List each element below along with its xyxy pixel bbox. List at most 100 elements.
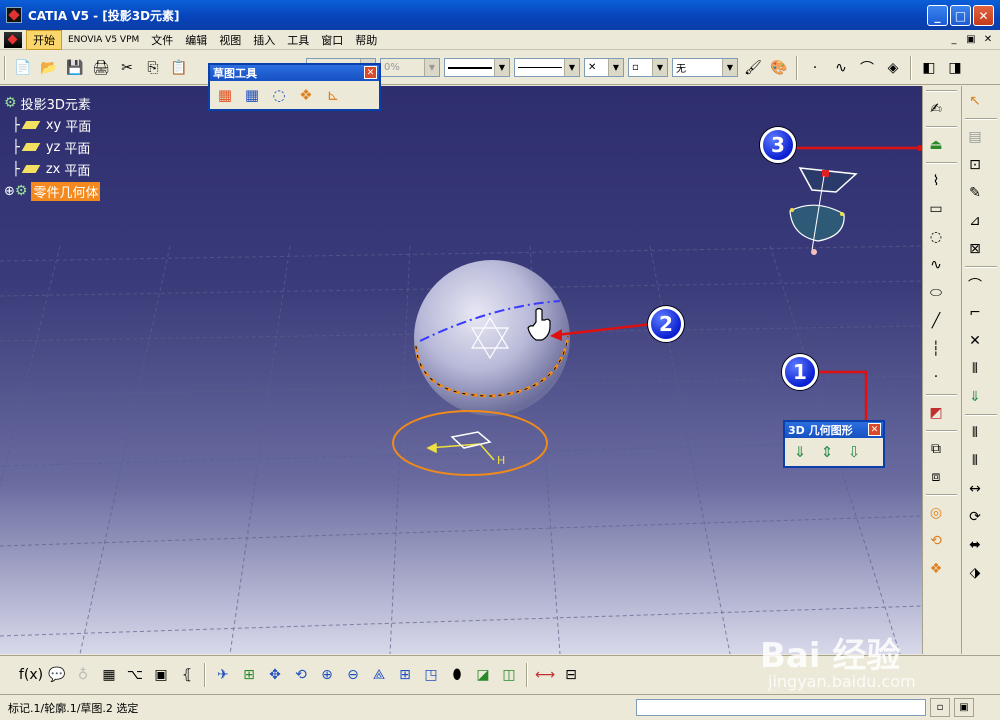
close-icon[interactable]: ✕ bbox=[868, 423, 881, 436]
tree-root[interactable]: ⚙ 投影3D元素 bbox=[4, 92, 100, 114]
construction-element-icon[interactable]: ◌ bbox=[267, 84, 291, 106]
offset-icon[interactable]: ⬗ bbox=[962, 560, 988, 586]
project-3d-elements-icon[interactable]: ⇓ bbox=[788, 441, 812, 463]
animate-constraint-icon[interactable]: ⊠ bbox=[962, 236, 988, 262]
3d-geometry-titlebar[interactable]: 3D 几何图形 ✕ bbox=[785, 422, 883, 438]
iso-view-icon[interactable]: ◳ bbox=[418, 662, 444, 688]
zoom-in-icon[interactable]: ⊕ bbox=[314, 662, 340, 688]
fix-together-icon[interactable]: ✎ bbox=[962, 180, 988, 206]
paint-brush-icon[interactable]: 🖌 bbox=[742, 57, 764, 79]
dimension-icon[interactable]: ▤ bbox=[962, 124, 988, 150]
profile-icon[interactable]: ⌇ bbox=[923, 168, 949, 194]
symmetry-icon[interactable]: ⫴ bbox=[962, 420, 988, 446]
visualization-icon[interactable]: ⧈ bbox=[923, 464, 949, 490]
grid-icon[interactable]: ▦ bbox=[213, 84, 237, 106]
new-file-icon[interactable]: 📄 bbox=[12, 57, 34, 79]
axis-icon[interactable]: ┆ bbox=[923, 336, 949, 362]
exit-workbench-icon[interactable]: ⏏ bbox=[923, 132, 949, 158]
constraint-icon[interactable]: ❖ bbox=[923, 556, 949, 582]
rule-icon[interactable]: ◈ bbox=[882, 57, 904, 79]
tree-expand-icon[interactable]: ⊕ bbox=[4, 184, 15, 199]
dropdown-arrow-icon[interactable]: ▼ bbox=[652, 59, 667, 76]
light-icon[interactable]: ♁ bbox=[70, 662, 96, 688]
style-combo[interactable]: 无 ▼ bbox=[672, 58, 738, 77]
menu-insert[interactable]: 插入 bbox=[247, 31, 281, 49]
geometric-constraints-icon[interactable]: ❖ bbox=[294, 84, 318, 106]
menu-help[interactable]: 帮助 bbox=[349, 31, 383, 49]
circle-icon[interactable]: ◌ bbox=[923, 224, 949, 250]
render-style-combo[interactable]: ▫ ▼ bbox=[628, 58, 668, 77]
fly-mode-icon[interactable]: ✈ bbox=[210, 662, 236, 688]
table-icon[interactable]: ▦ bbox=[96, 662, 122, 688]
line-icon[interactable]: ╱ bbox=[923, 308, 949, 334]
copy-icon[interactable]: ⎘ bbox=[142, 57, 164, 79]
scale-icon[interactable]: ⬌ bbox=[962, 532, 988, 558]
comment-icon[interactable]: 💬 bbox=[44, 662, 70, 688]
dropdown-arrow-icon[interactable]: ▼ bbox=[564, 59, 579, 76]
open-folder-icon[interactable]: 📂 bbox=[38, 57, 60, 79]
close-icon[interactable]: ✕ bbox=[364, 66, 377, 79]
analysis-icon[interactable]: ◩ bbox=[923, 400, 949, 426]
menu-window[interactable]: 窗口 bbox=[315, 31, 349, 49]
project-3d-icon[interactable]: ⇓ bbox=[962, 384, 988, 410]
corner-icon[interactable]: ⌒ bbox=[962, 272, 988, 298]
constraint-box-icon[interactable]: ⊡ bbox=[962, 152, 988, 178]
view-iso-icon[interactable]: ◧ bbox=[918, 57, 940, 79]
intersect-3d-elements-icon[interactable]: ⇕ bbox=[815, 441, 839, 463]
multi-view-icon[interactable]: ⊞ bbox=[392, 662, 418, 688]
formula-icon[interactable]: f(x) bbox=[18, 662, 44, 688]
ellipse-icon[interactable]: ⬭ bbox=[923, 280, 949, 306]
spline-icon[interactable]: ∿ bbox=[830, 57, 852, 79]
spline-icon[interactable]: ∿ bbox=[923, 252, 949, 278]
sphere-body[interactable] bbox=[414, 260, 570, 416]
auto-constraint-icon[interactable]: ⊿ bbox=[962, 208, 988, 234]
close-button[interactable]: ✕ bbox=[973, 5, 994, 26]
symmetry-2-icon[interactable]: ⫴ bbox=[962, 448, 988, 474]
snap-to-point-icon[interactable]: ▦ bbox=[240, 84, 264, 106]
menu-file[interactable]: 文件 bbox=[145, 31, 179, 49]
trim-icon[interactable]: ✕ bbox=[962, 328, 988, 354]
normal-view-icon[interactable]: ⟁ bbox=[366, 662, 392, 688]
dropdown-arrow-icon[interactable]: ▼ bbox=[722, 59, 737, 76]
mirror-icon[interactable]: ⫴ bbox=[962, 356, 988, 382]
dimensional-constraints-icon[interactable]: ⊾ bbox=[321, 84, 345, 106]
menu-edit[interactable]: 编辑 bbox=[179, 31, 213, 49]
surface-icon[interactable]: ⌒ bbox=[856, 57, 878, 79]
point-icon[interactable]: · bbox=[804, 57, 826, 79]
color-icon[interactable]: 🎨 bbox=[768, 57, 790, 79]
pan-icon[interactable]: ✥ bbox=[262, 662, 288, 688]
sketcher-icon[interactable]: ✍ bbox=[923, 96, 949, 122]
tree-item-zx-plane[interactable]: ├ zx 平面 bbox=[12, 158, 100, 180]
save-icon[interactable]: 💾 bbox=[64, 57, 86, 79]
dropdown-arrow-icon[interactable]: ▼ bbox=[608, 59, 623, 76]
fit-all-icon[interactable]: ⊞ bbox=[236, 662, 262, 688]
cut-part-icon[interactable]: ⧉ bbox=[923, 436, 949, 462]
catia-app-icon[interactable] bbox=[6, 7, 22, 23]
line-thickness-combo[interactable]: ▼ bbox=[444, 58, 510, 77]
rotate-icon[interactable]: ⟳ bbox=[962, 504, 988, 530]
catia-menu-icon[interactable] bbox=[4, 31, 22, 48]
rectangle-icon[interactable]: ▭ bbox=[923, 196, 949, 222]
relimit-icon[interactable]: ◎ bbox=[923, 500, 949, 526]
rotate-view-icon[interactable]: ⟲ bbox=[288, 662, 314, 688]
transparency-combo[interactable]: 0% ▼ bbox=[380, 58, 440, 77]
knowledge-icon[interactable]: ⦃ bbox=[174, 662, 200, 688]
transform-icon[interactable]: ⟲ bbox=[923, 528, 949, 554]
print-icon[interactable]: 🖨 bbox=[90, 57, 112, 79]
ground-ellipse[interactable] bbox=[392, 410, 548, 476]
chamfer-icon[interactable]: ⌐ bbox=[962, 300, 988, 326]
select-arrow-icon[interactable]: ↖ bbox=[962, 88, 988, 114]
catalog-icon[interactable]: ▣ bbox=[148, 662, 174, 688]
dropdown-arrow-icon[interactable]: ▼ bbox=[494, 59, 509, 76]
tree-item-yz-plane[interactable]: ├ yz 平面 bbox=[12, 136, 100, 158]
zoom-out-icon[interactable]: ⊖ bbox=[340, 662, 366, 688]
menu-start[interactable]: 开始 bbox=[26, 29, 62, 50]
status-pause-icon[interactable]: ▫ bbox=[930, 698, 950, 717]
maximize-button[interactable]: □ bbox=[950, 5, 971, 26]
measure-icon[interactable]: ⟷ bbox=[532, 662, 558, 688]
shading-icon[interactable]: ⬮ bbox=[444, 662, 470, 688]
view-normal-icon[interactable]: ◨ bbox=[944, 57, 966, 79]
doc-minimize-icon[interactable]: _ bbox=[946, 32, 962, 47]
swap-space-icon[interactable]: ◫ bbox=[496, 662, 522, 688]
status-stop-icon[interactable]: ▣ bbox=[954, 698, 974, 717]
